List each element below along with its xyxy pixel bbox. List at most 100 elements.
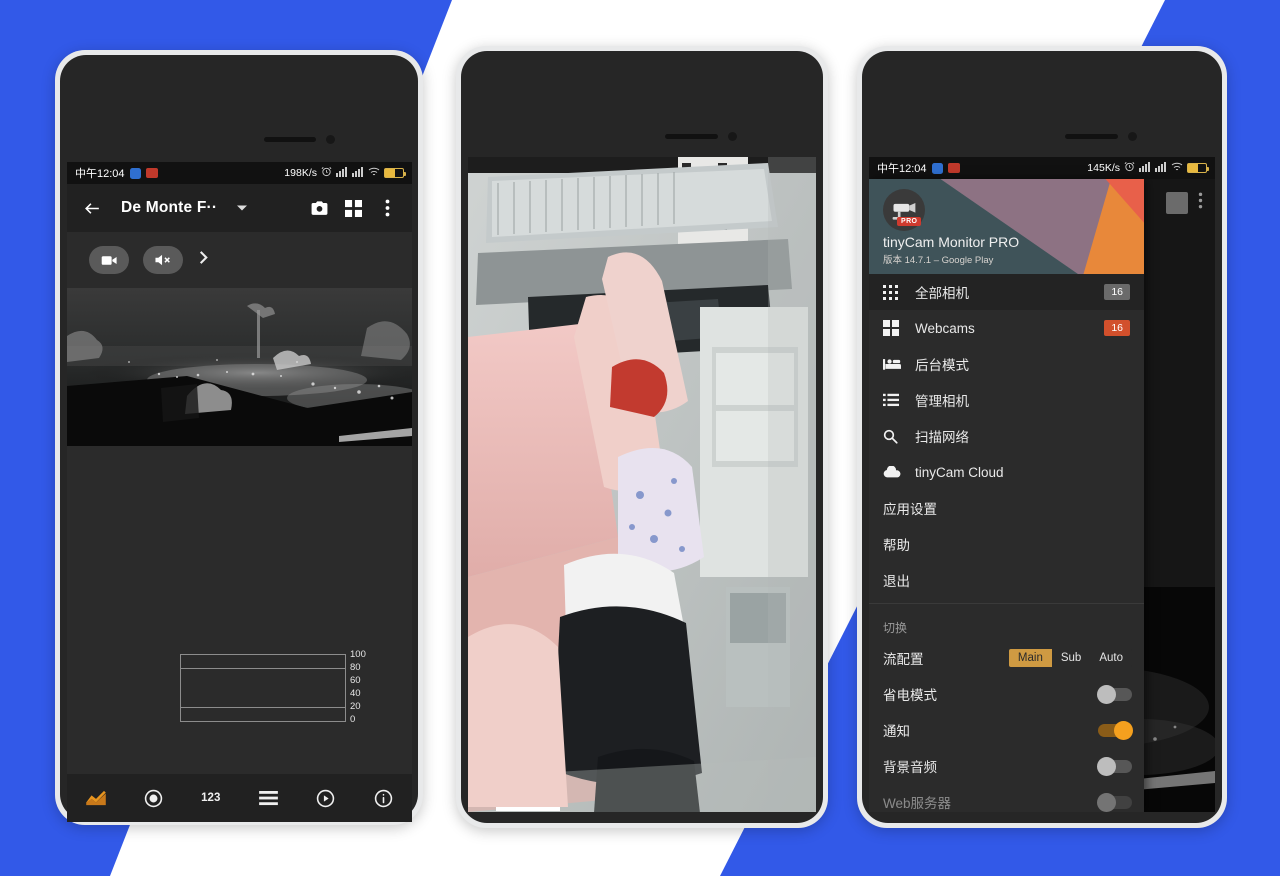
camera-feed-middle[interactable] bbox=[468, 157, 816, 812]
setting-web-server: Web服务器 bbox=[869, 784, 1144, 812]
signal-2-icon bbox=[352, 166, 364, 180]
stream-segmented-control[interactable]: Main Sub Auto bbox=[1008, 649, 1132, 667]
settings-section-title: 切换 bbox=[883, 621, 908, 635]
menu-item-badge: 16 bbox=[1104, 320, 1130, 336]
grid-icon[interactable] bbox=[338, 193, 368, 223]
phone-left-screen: 中午12:04 198K/s De Monte F·· 100 80 60 40… bbox=[67, 162, 412, 822]
chart-ytick-60: 60 bbox=[350, 675, 361, 686]
phone-middle bbox=[456, 46, 828, 828]
list-icon[interactable] bbox=[251, 783, 285, 813]
segment-auto[interactable]: Auto bbox=[1090, 649, 1132, 667]
camera-feed-left[interactable] bbox=[67, 288, 412, 446]
speaker-mute-icon[interactable] bbox=[143, 246, 183, 274]
notif-badge2-icon bbox=[947, 163, 960, 173]
segment-main[interactable]: Main bbox=[1008, 649, 1052, 667]
phone-left: 中午12:04 198K/s De Monte F·· 100 80 60 40… bbox=[55, 50, 423, 825]
menu-item-badge: 16 bbox=[1104, 284, 1130, 300]
bottom-nav-bar: 123 bbox=[67, 774, 412, 822]
grid-icon[interactable] bbox=[1166, 192, 1188, 214]
menu-item-tinycam-cloud[interactable]: tinyCam Cloud bbox=[869, 454, 1144, 490]
setting-stream-config: 流配置 Main Sub Auto bbox=[869, 640, 1144, 676]
setting-label: 通知 bbox=[883, 724, 910, 739]
notif-badge-icon bbox=[129, 167, 141, 179]
background-audio-toggle[interactable] bbox=[1097, 756, 1132, 776]
bed-icon bbox=[883, 357, 915, 371]
menu-item-label: 帮助 bbox=[883, 538, 910, 553]
menu-item-webcams[interactable]: Webcams 16 bbox=[869, 310, 1144, 346]
menu-item-label: 全部相机 bbox=[915, 286, 969, 301]
phone-right: 中午12:04 145K/s PRO tinyCam Monitor PRO 版… bbox=[857, 46, 1227, 828]
drawer-divider bbox=[869, 603, 1144, 604]
chart-ytick-0: 0 bbox=[350, 714, 356, 725]
earpiece-speaker bbox=[665, 134, 718, 139]
menu-item-app-settings[interactable]: 应用设置 bbox=[869, 490, 1144, 526]
menu-item-label: 应用设置 bbox=[883, 502, 937, 517]
grid-4-icon bbox=[883, 320, 915, 336]
more-vert-icon[interactable] bbox=[1198, 192, 1203, 214]
setting-power-saving: 省电模式 bbox=[869, 676, 1144, 712]
status-time: 中午12:04 bbox=[877, 163, 927, 175]
cloud-icon bbox=[883, 465, 915, 479]
traffic-chart[interactable]: 100 80 60 40 20 0 bbox=[180, 649, 388, 730]
status-bar-left: 中午12:04 198K/s bbox=[67, 162, 412, 184]
menu-item-background-mode[interactable]: 后台模式 bbox=[869, 346, 1144, 382]
menu-item-exit[interactable]: 退出 bbox=[869, 562, 1144, 598]
drawer-header: PRO tinyCam Monitor PRO 版本 14.7.1 – Goog… bbox=[869, 179, 1144, 274]
quick-action-bar bbox=[67, 232, 412, 288]
setting-label: 省电模式 bbox=[883, 688, 937, 703]
notif-badge-icon bbox=[931, 162, 943, 174]
numbers-label: 123 bbox=[201, 792, 221, 804]
chart-ytick-100: 100 bbox=[350, 649, 366, 660]
graph-icon[interactable] bbox=[79, 783, 113, 813]
chart-gridline-80 bbox=[181, 668, 345, 669]
segment-sub[interactable]: Sub bbox=[1051, 649, 1091, 667]
earpiece-speaker bbox=[1065, 134, 1118, 139]
chart-ytick-40: 40 bbox=[350, 688, 361, 699]
menu-item-label: 扫描网络 bbox=[915, 430, 969, 445]
search-icon bbox=[883, 429, 915, 444]
menu-item-label: 退出 bbox=[883, 574, 910, 589]
menu-item-label: tinyCam Cloud bbox=[915, 464, 1004, 480]
camera-icon[interactable] bbox=[304, 193, 334, 223]
chart-ytick-80: 80 bbox=[350, 662, 361, 673]
alarm-icon bbox=[1124, 161, 1135, 175]
content-filler: 100 80 60 40 20 0 bbox=[67, 446, 412, 774]
app-live-view: 中午12:04 198K/s De Monte F·· 100 80 60 40… bbox=[67, 162, 412, 822]
app-drawer-view: 中午12:04 145K/s PRO tinyCam Monitor PRO 版… bbox=[869, 157, 1215, 812]
signal-1-icon bbox=[1139, 161, 1151, 175]
notifications-toggle[interactable] bbox=[1098, 720, 1133, 740]
wallpaper-stage: 中午12:04 198K/s De Monte F·· 100 80 60 40… bbox=[0, 0, 1280, 876]
menu-item-scan-network[interactable]: 扫描网络 bbox=[869, 418, 1144, 454]
signal-1-icon bbox=[336, 166, 348, 180]
earpiece-speaker bbox=[264, 137, 316, 142]
setting-label: 流配置 bbox=[883, 652, 924, 667]
power-saving-toggle[interactable] bbox=[1097, 684, 1132, 704]
alarm-icon bbox=[321, 166, 332, 180]
front-camera-dot bbox=[1128, 132, 1137, 141]
notif-badge2-icon bbox=[145, 168, 158, 178]
setting-label: Web服务器 bbox=[883, 796, 952, 811]
app-version: 版本 14.7.1 – Google Play bbox=[883, 255, 994, 266]
back-arrow-icon[interactable] bbox=[77, 193, 107, 223]
chevron-down-icon[interactable] bbox=[227, 193, 257, 223]
chevron-right-icon[interactable] bbox=[197, 250, 210, 270]
more-vert-icon[interactable] bbox=[372, 193, 402, 223]
play-icon[interactable] bbox=[309, 783, 343, 813]
setting-background-audio: 背景音频 bbox=[869, 748, 1144, 784]
wifi-icon bbox=[368, 167, 380, 180]
menu-item-all-cameras[interactable]: 全部相机 16 bbox=[869, 274, 1144, 310]
chart-ytick-20: 20 bbox=[350, 701, 361, 712]
signal-2-icon bbox=[1155, 161, 1167, 175]
navigation-drawer: PRO tinyCam Monitor PRO 版本 14.7.1 – Goog… bbox=[869, 179, 1144, 812]
menu-item-help[interactable]: 帮助 bbox=[869, 526, 1144, 562]
menu-item-label: Webcams bbox=[915, 320, 975, 336]
video-camera-icon[interactable] bbox=[89, 246, 129, 274]
chart-gridline-20 bbox=[181, 707, 345, 708]
app-bar: De Monte F·· bbox=[67, 184, 412, 232]
record-icon[interactable] bbox=[136, 783, 170, 813]
info-icon[interactable] bbox=[366, 783, 400, 813]
menu-item-manage-cameras[interactable]: 管理相机 bbox=[869, 382, 1144, 418]
setting-label: 背景音频 bbox=[883, 760, 937, 775]
numbers-icon[interactable]: 123 bbox=[194, 783, 228, 813]
web-server-toggle[interactable] bbox=[1097, 792, 1132, 812]
